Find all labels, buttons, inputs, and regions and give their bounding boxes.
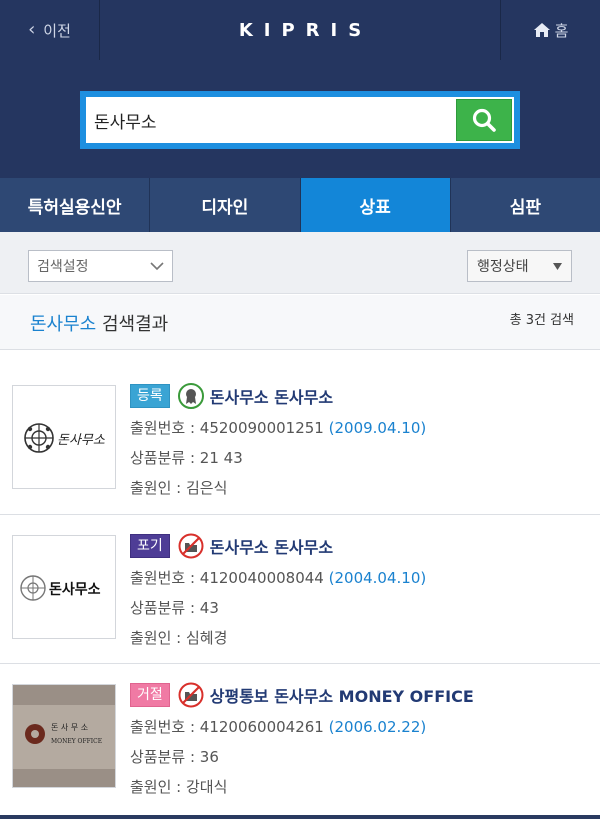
category-tabs: 특허실용신안 디자인 상표 심판 [0, 178, 600, 232]
trademark-logo-image: 돈 사 무 소 MONEY OFFICE [13, 685, 115, 787]
tab-trial[interactable]: 심판 [451, 178, 600, 232]
trademark-name-link[interactable]: 돈사무소 돈사무소 [210, 534, 333, 558]
application-number: 출원번호 : 4520090001251 (2009.04.10) [130, 419, 427, 437]
top-bar: ‹ 이전 KIPRIS 홈 [0, 0, 600, 60]
home-label: 홈 [554, 21, 569, 40]
application-date: (2004.04.10) [328, 569, 427, 587]
search-box [80, 91, 520, 149]
result-item[interactable]: 돈사무소 등록 돈사무소 돈사무소 출원번호 : 4520090001251 (… [0, 351, 600, 515]
thumbnail-subtext: MONEY OFFICE [51, 738, 102, 745]
result-info: 거절 상평통보 돈사무소 MONEY OFFICE 출원번호 : 4120060… [130, 682, 474, 802]
trademark-name-link[interactable]: 돈사무소 돈사무소 [210, 384, 333, 408]
trademark-thumbnail[interactable]: 돈 사 무 소 MONEY OFFICE [12, 684, 116, 788]
thumbnail-text: 돈사무소 [49, 582, 101, 598]
search-button[interactable] [456, 99, 512, 141]
home-icon [533, 23, 550, 37]
application-date: (2009.04.10) [328, 419, 427, 437]
results-keyword: 돈사무소 [30, 314, 97, 335]
status-badge: 등록 [130, 384, 170, 408]
goods-class: 상품분류 : 43 [130, 599, 219, 617]
results-suffix: 검색결과 [101, 314, 169, 335]
back-label: 이전 [43, 21, 71, 40]
admin-status-select[interactable]: 행정상태 [467, 250, 572, 282]
magnifier-icon [472, 108, 496, 132]
status-badge: 거절 [130, 683, 170, 707]
search-setting-select[interactable]: 검색설정 [28, 250, 173, 282]
results-title: 돈사무소 검색결과 [30, 310, 168, 336]
thumbnail-text: 돈 사 무 소 [51, 723, 88, 732]
trademark-logo-image: 돈사무소 [24, 423, 106, 453]
status-badge: 포기 [130, 534, 170, 558]
tab-trademark[interactable]: 상표 [300, 178, 451, 232]
thumbnail-text: 돈사무소 [57, 433, 106, 448]
applicant: 출원인 : 김은식 [130, 479, 228, 497]
result-item[interactable]: 돈 사 무 소 MONEY OFFICE 거절 상평통보 돈사무소 MONEY … [0, 664, 600, 815]
applicant: 출원인 : 강대식 [130, 778, 228, 796]
triangle-down-icon [553, 262, 562, 270]
search-input[interactable] [86, 97, 456, 143]
bottom-divider [0, 815, 600, 819]
result-info: 등록 돈사무소 돈사무소 출원번호 : 4520090001251 (2009.… [130, 383, 426, 503]
chevron-left-icon: ‹ [28, 19, 36, 40]
chevron-down-icon [150, 261, 164, 270]
search-section [0, 60, 600, 178]
tab-patent[interactable]: 특허실용신안 [0, 178, 151, 232]
registered-medal-icon [177, 383, 204, 409]
abandoned-folder-icon [178, 533, 204, 559]
results-count: 총 3건 검색 [509, 313, 574, 328]
filter-bar: 검색설정 행정상태 [0, 232, 600, 294]
tab-design[interactable]: 디자인 [150, 178, 301, 232]
applicant: 출원인 : 심혜경 [130, 629, 228, 647]
trademark-thumbnail[interactable]: 돈사무소 [12, 535, 116, 639]
trademark-name-link[interactable]: 상평통보 돈사무소 MONEY OFFICE [210, 683, 474, 707]
results-header: 돈사무소 검색결과 총 3건 검색 [0, 295, 600, 350]
goods-class: 상품분류 : 21 43 [130, 449, 243, 467]
trademark-thumbnail[interactable]: 돈사무소 [12, 385, 116, 489]
result-info: 포기 돈사무소 돈사무소 출원번호 : 4120040008044 (2004.… [130, 533, 426, 653]
application-number: 출원번호 : 4120060004261 (2006.02.22) [130, 718, 427, 736]
goods-class: 상품분류 : 36 [130, 748, 219, 766]
trademark-logo-image: 돈사무소 [20, 575, 101, 601]
admin-status-label: 행정상태 [477, 259, 529, 275]
kipris-logo[interactable]: KIPRIS [200, 0, 400, 60]
back-button[interactable]: ‹ 이전 [0, 0, 100, 60]
application-date: (2006.02.22) [328, 718, 427, 736]
rejected-folder-icon [178, 682, 204, 708]
application-number: 출원번호 : 4120040008044 (2004.04.10) [130, 569, 427, 587]
search-setting-label: 검색설정 [37, 259, 89, 275]
result-item[interactable]: 돈사무소 포기 돈사무소 돈사무소 출원번호 : 4120040008044 (… [0, 515, 600, 664]
home-button[interactable]: 홈 [500, 0, 600, 60]
